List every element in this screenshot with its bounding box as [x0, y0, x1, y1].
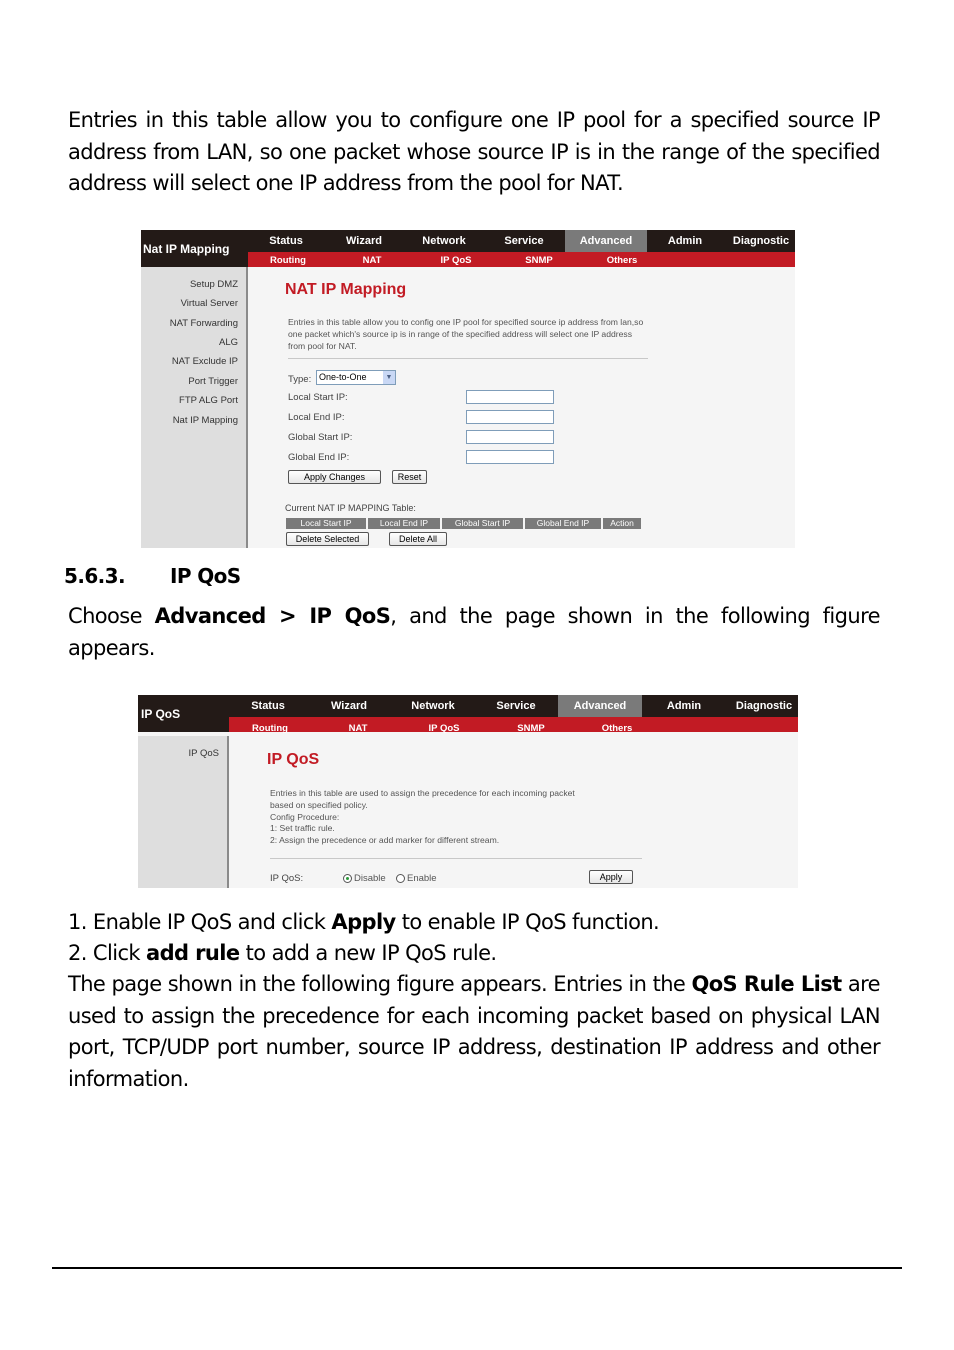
enable-radio-label: Enable — [407, 873, 437, 884]
subnav-routing[interactable]: Routing — [235, 721, 305, 736]
nav-status[interactable]: Status — [229, 695, 307, 717]
nav-admin[interactable]: Admin — [647, 230, 723, 252]
text-run: Choose — [68, 604, 155, 628]
subnav-routing[interactable]: Routing — [253, 253, 323, 268]
nav-advanced[interactable]: Advanced — [565, 230, 647, 252]
divider — [288, 358, 648, 359]
page-title: NAT IP Mapping — [285, 281, 407, 298]
sidebar-item-nat-exclude-ip[interactable]: NAT Exclude IP — [172, 356, 238, 367]
description-line: based on specified policy. — [270, 799, 368, 810]
subnav-nat[interactable]: NAT — [337, 253, 407, 268]
column-header-global-end-ip: Global End IP — [525, 518, 601, 529]
section-heading: 5.6.3. IP QoS — [64, 564, 241, 588]
nav-wizard[interactable]: Wizard — [324, 230, 404, 252]
table-caption: Current NAT IP MAPPING Table: — [285, 503, 416, 513]
subnav-ip-qos[interactable]: IP QoS — [421, 253, 491, 268]
qos-rule-list-keyword: QoS Rule List — [691, 972, 842, 996]
add-rule-keyword: add rule — [146, 941, 240, 965]
divider — [270, 858, 642, 859]
ip-qos-screenshot: IP QoS Status Wizard Network Service Adv… — [138, 695, 798, 888]
text-run: to enable IP QoS function. — [395, 910, 660, 934]
text-run: 1. Enable IP QoS and click — [68, 910, 332, 934]
column-header-local-end-ip: Local End IP — [368, 518, 440, 529]
disable-radio-label: Disable — [354, 873, 386, 884]
menu-path: Advanced > IP QoS — [154, 604, 391, 628]
subnav-snmp[interactable]: SNMP — [504, 253, 574, 268]
type-select[interactable]: One-to-One ▼ — [316, 370, 396, 385]
subnav-others[interactable]: Others — [582, 721, 652, 736]
global-start-ip-input[interactable] — [466, 430, 554, 444]
nav-diagnostic[interactable]: Diagnostic — [730, 695, 798, 717]
sidebar-item-ip-qos[interactable]: IP QoS — [189, 748, 219, 759]
page-brand: IP QoS — [138, 695, 229, 732]
delete-selected-button[interactable]: Delete Selected — [286, 532, 369, 546]
description-line: 2: Assign the precedence or add marker f… — [270, 835, 500, 846]
nav-service[interactable]: Service — [475, 695, 557, 717]
section-title: IP QoS — [170, 564, 241, 588]
subnav-ip-qos[interactable]: IP QoS — [409, 721, 479, 736]
nat-ip-mapping-screenshot: Nat IP Mapping Status Wizard Network Ser… — [141, 230, 795, 548]
sidebar-item-nat-ip-mapping[interactable]: Nat IP Mapping — [173, 415, 238, 426]
step-2: 2. Click add rule to add a new IP QoS ru… — [68, 938, 880, 970]
description-line: 1: Set traffic rule. — [270, 823, 335, 834]
nav-advanced[interactable]: Advanced — [558, 695, 642, 717]
subnav-others[interactable]: Others — [587, 253, 657, 268]
local-end-ip-input[interactable] — [466, 410, 554, 424]
nav-diagnostic[interactable]: Diagnostic — [727, 230, 795, 252]
apply-changes-button[interactable]: Apply Changes — [288, 470, 381, 484]
enable-radio[interactable] — [396, 874, 405, 883]
step-1: 1. Enable IP QoS and click Apply to enab… — [68, 907, 880, 939]
delete-all-button[interactable]: Delete All — [389, 532, 447, 546]
page-brand: Nat IP Mapping — [141, 230, 248, 267]
type-select-value: One-to-One — [319, 372, 367, 382]
rule-paragraph: The page shown in the following figure a… — [68, 969, 881, 1095]
column-header-action: Action — [603, 518, 641, 529]
global-end-ip-label: Global End IP: — [288, 452, 350, 463]
reset-button[interactable]: Reset — [392, 470, 427, 484]
sidebar-item-port-trigger[interactable]: Port Trigger — [188, 376, 238, 387]
text-run: 2. Click — [68, 941, 147, 965]
choose-paragraph: Choose Advanced > IP QoS, and the page s… — [68, 601, 881, 664]
local-start-ip-input[interactable] — [466, 390, 554, 404]
text-run: The page shown in the following figure a… — [68, 972, 692, 996]
page-title: IP QoS — [267, 751, 320, 768]
sidebar: IP QoS — [138, 736, 229, 888]
disable-radio[interactable] — [343, 874, 352, 883]
sidebar-item-ftp-alg-port[interactable]: FTP ALG Port — [179, 395, 238, 406]
page-description: Entries in this table allow you to confi… — [288, 317, 644, 351]
apply-button[interactable]: Apply — [589, 870, 633, 884]
nav-admin[interactable]: Admin — [642, 695, 726, 717]
nav-status[interactable]: Status — [248, 230, 324, 252]
nav-service[interactable]: Service — [484, 230, 564, 252]
column-header-global-start-ip: Global Start IP — [442, 518, 523, 529]
text-run: to add a new IP QoS rule. — [239, 941, 497, 965]
global-start-ip-label: Global Start IP: — [288, 432, 353, 443]
type-label: Type: — [288, 374, 312, 385]
description-line: Config Procedure: — [270, 811, 340, 822]
sidebar-item-nat-forwarding[interactable]: NAT Forwarding — [170, 318, 238, 329]
subnav-nat[interactable]: NAT — [323, 721, 393, 736]
nav-wizard[interactable]: Wizard — [307, 695, 391, 717]
description-line: Entries in this table are used to assign… — [270, 788, 575, 798]
footer-rule — [52, 1267, 902, 1269]
intro-paragraph: Entries in this table allow you to confi… — [68, 108, 881, 195]
subnav-snmp[interactable]: SNMP — [496, 721, 566, 736]
section-number: 5.6.3. — [64, 564, 126, 588]
sidebar-item-alg[interactable]: ALG — [219, 337, 238, 348]
nav-network[interactable]: Network — [391, 695, 475, 717]
global-end-ip-input[interactable] — [466, 450, 554, 464]
sidebar-item-virtual-server[interactable]: Virtual Server — [181, 298, 238, 309]
nav-network[interactable]: Network — [404, 230, 484, 252]
chevron-down-icon: ▼ — [383, 371, 395, 384]
apply-keyword: Apply — [331, 910, 396, 934]
page-description: Entries in this table are used to assign… — [270, 788, 650, 847]
column-header-local-start-ip: Local Start IP — [286, 518, 366, 529]
local-end-ip-label: Local End IP: — [288, 412, 345, 423]
sidebar: Setup DMZ Virtual Server NAT Forwarding … — [141, 267, 248, 548]
ip-qos-label: IP QoS: — [270, 873, 304, 884]
local-start-ip-label: Local Start IP: — [288, 392, 348, 403]
sidebar-item-setup-dmz[interactable]: Setup DMZ — [190, 279, 238, 290]
